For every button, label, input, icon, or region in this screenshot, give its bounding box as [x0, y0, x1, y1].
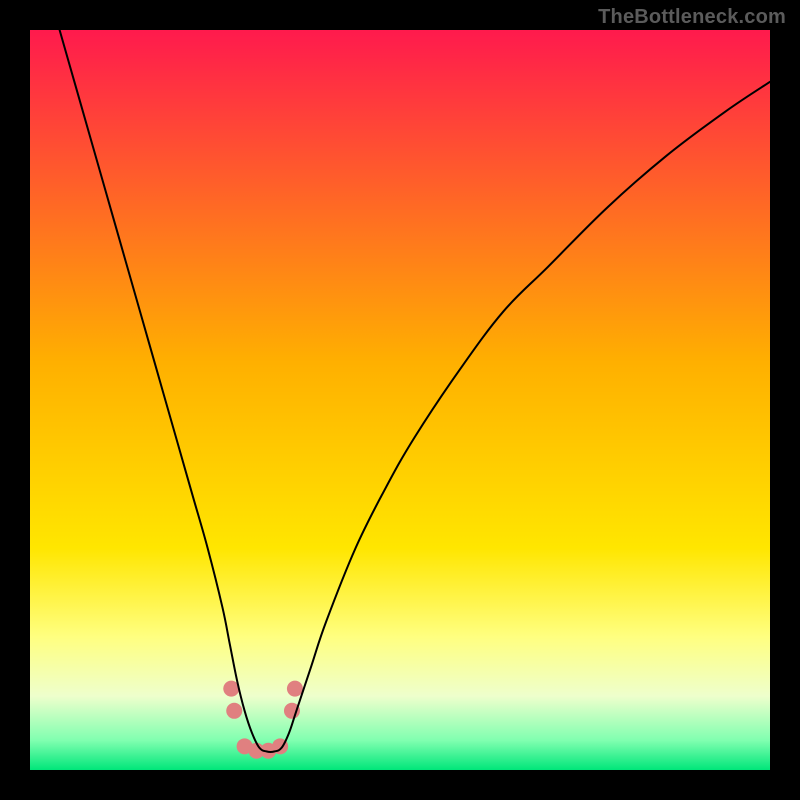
chart-frame: TheBottleneck.com	[0, 0, 800, 800]
plot-area	[30, 30, 770, 770]
gradient-background	[30, 30, 770, 770]
plot-svg	[30, 30, 770, 770]
watermark-text: TheBottleneck.com	[598, 6, 786, 29]
marker-dot	[287, 681, 303, 697]
marker-dot	[226, 703, 242, 719]
